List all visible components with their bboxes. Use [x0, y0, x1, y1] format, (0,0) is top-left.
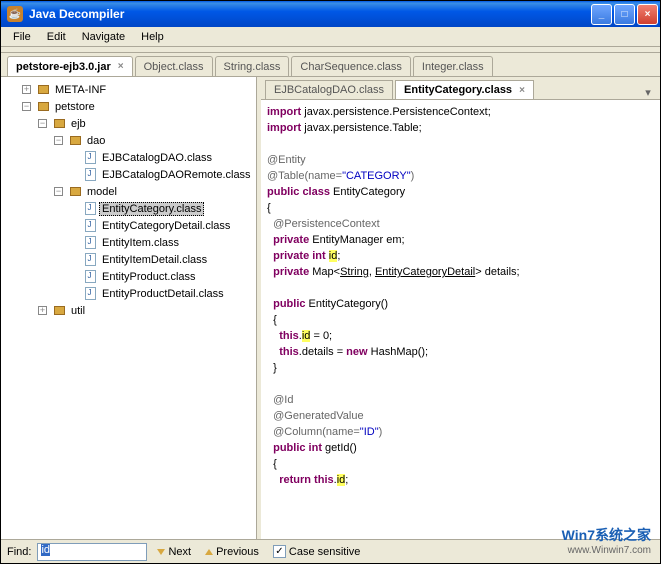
statusbar: Find: id Next Previous ✓Case sensitive: [1, 539, 660, 563]
tree-item-selected[interactable]: EntityCategory.class: [99, 202, 204, 216]
tree-item[interactable]: EJBCatalogDAO.class: [99, 151, 215, 165]
tab-label: CharSequence.class: [300, 61, 402, 73]
tab-menu-icon[interactable]: ▾: [640, 86, 656, 99]
menubar: File Edit Navigate Help: [1, 27, 660, 47]
case-sensitive-checkbox[interactable]: ✓Case sensitive: [269, 543, 365, 560]
collapse-icon[interactable]: −: [38, 119, 47, 128]
tab-label: String.class: [224, 61, 281, 73]
editor-tab[interactable]: EJBCatalogDAO.class: [265, 80, 393, 99]
expand-icon[interactable]: +: [22, 85, 31, 94]
tree-panel[interactable]: +META-INF −petstore −ejb −dao EJBCatalog…: [1, 77, 257, 539]
tree-item[interactable]: META-INF: [52, 83, 109, 97]
expand-icon[interactable]: +: [38, 306, 47, 315]
app-icon: ☕: [7, 6, 23, 22]
class-icon: [83, 151, 97, 165]
class-icon: [83, 253, 97, 267]
editor-tab-row: EJBCatalogDAO.class EntityCategory.class…: [261, 77, 660, 99]
arrow-up-icon: [205, 549, 213, 555]
class-icon: [83, 270, 97, 284]
menu-file[interactable]: File: [5, 29, 39, 45]
class-icon: [83, 202, 97, 216]
tree-item[interactable]: dao: [84, 134, 108, 148]
tree-item[interactable]: EntityCategoryDetail.class: [99, 219, 233, 233]
class-icon: [83, 219, 97, 233]
tree-item[interactable]: util: [68, 304, 88, 318]
tab-integer[interactable]: Integer.class: [413, 56, 493, 76]
tab-charseq[interactable]: CharSequence.class: [291, 56, 411, 76]
package-icon: [52, 304, 66, 318]
package-icon: [52, 117, 66, 131]
tree-item[interactable]: EntityItem.class: [99, 236, 182, 250]
menu-navigate[interactable]: Navigate: [74, 29, 133, 45]
tree-item[interactable]: EJBCatalogDAORemote.class: [99, 168, 254, 182]
close-button[interactable]: ×: [637, 4, 658, 25]
tree-item[interactable]: EntityProduct.class: [99, 270, 199, 284]
package-icon: [68, 185, 82, 199]
maximize-button[interactable]: □: [614, 4, 635, 25]
close-icon[interactable]: ×: [519, 85, 525, 96]
tree-item[interactable]: EntityProductDetail.class: [99, 287, 227, 301]
tree-item[interactable]: EntityItemDetail.class: [99, 253, 210, 267]
find-input[interactable]: id: [37, 543, 147, 561]
class-icon: [83, 236, 97, 250]
tab-label: EJBCatalogDAO.class: [274, 84, 384, 96]
find-prev-button[interactable]: Previous: [201, 544, 263, 560]
code-panel: EJBCatalogDAO.class EntityCategory.class…: [261, 77, 660, 539]
tree-item[interactable]: model: [84, 185, 120, 199]
collapse-icon[interactable]: −: [54, 187, 63, 196]
titlebar: ☕ Java Decompiler _ □ ×: [1, 1, 660, 27]
package-icon: [68, 134, 82, 148]
content-area: +META-INF −petstore −ejb −dao EJBCatalog…: [1, 77, 660, 539]
main-window: ☕ Java Decompiler _ □ × File Edit Naviga…: [0, 0, 661, 564]
package-icon: [36, 100, 50, 114]
tab-label: Integer.class: [422, 61, 484, 73]
minimize-button[interactable]: _: [591, 4, 612, 25]
class-icon: [83, 287, 97, 301]
menu-help[interactable]: Help: [133, 29, 172, 45]
checkbox-icon: ✓: [273, 545, 286, 558]
source-code: import javax.persistence.PersistenceCont…: [261, 100, 660, 492]
class-icon: [83, 168, 97, 182]
tab-string[interactable]: String.class: [215, 56, 290, 76]
main-tab-row: petstore-ejb3.0.jar × Object.class String…: [1, 53, 660, 77]
find-next-button[interactable]: Next: [153, 544, 195, 560]
collapse-icon[interactable]: −: [54, 136, 63, 145]
tab-label: Object.class: [144, 61, 204, 73]
menu-edit[interactable]: Edit: [39, 29, 74, 45]
arrow-down-icon: [157, 549, 165, 555]
tree-item[interactable]: petstore: [52, 100, 98, 114]
window-title: Java Decompiler: [27, 7, 591, 21]
find-label: Find:: [7, 546, 31, 558]
collapse-icon[interactable]: −: [22, 102, 31, 111]
tab-object[interactable]: Object.class: [135, 56, 213, 76]
tab-jar[interactable]: petstore-ejb3.0.jar ×: [7, 56, 133, 76]
editor-tab-active[interactable]: EntityCategory.class ×: [395, 80, 534, 99]
code-viewer[interactable]: import javax.persistence.PersistenceCont…: [261, 99, 660, 539]
close-icon[interactable]: ×: [118, 61, 124, 72]
tab-label: EntityCategory.class: [404, 84, 512, 96]
tab-label: petstore-ejb3.0.jar: [16, 61, 111, 73]
package-icon: [36, 83, 50, 97]
tree-item[interactable]: ejb: [68, 117, 89, 131]
